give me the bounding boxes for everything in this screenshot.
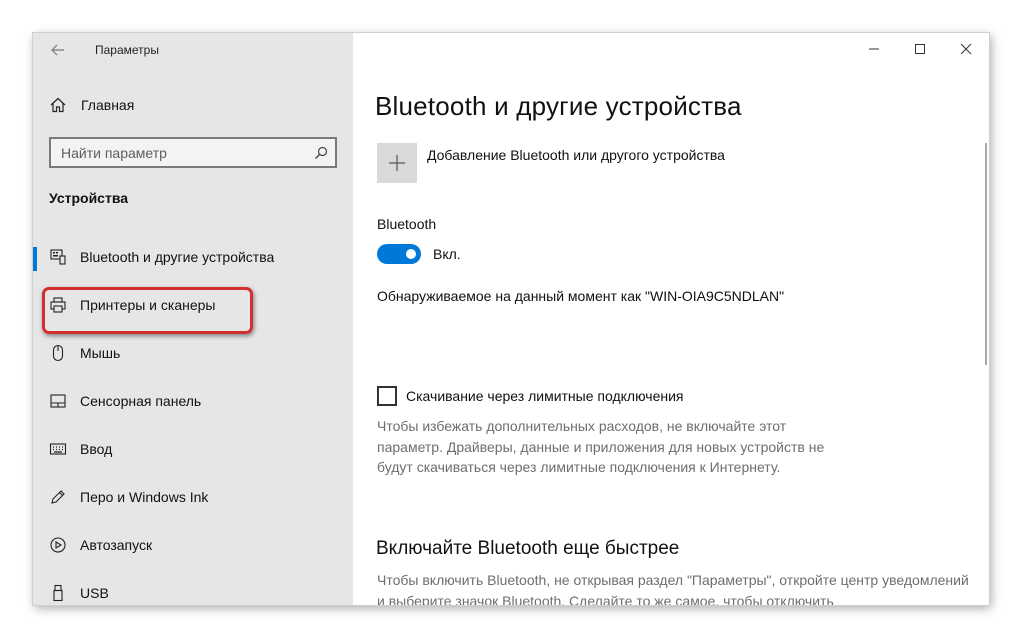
sidebar-item-pen[interactable]: Перо и Windows Ink — [33, 477, 353, 517]
add-device-label: Добавление Bluetooth или другого устройс… — [427, 147, 725, 163]
faster-heading: Включайте Bluetooth еще быстрее — [376, 538, 680, 559]
close-button[interactable] — [943, 33, 989, 65]
home-icon — [50, 97, 66, 113]
highlight-annotation — [42, 287, 253, 334]
search-box[interactable] — [49, 137, 337, 168]
bluetooth-devices-icon — [49, 248, 67, 266]
sidebar-item-autoplay[interactable]: Автозапуск — [33, 525, 353, 565]
bluetooth-label: Bluetooth — [377, 216, 437, 232]
plus-icon — [377, 143, 417, 183]
sidebar-item-label: USB — [80, 585, 109, 601]
main-pane: Bluetooth и другие устройства Добавление… — [353, 33, 989, 605]
sidebar-item-label: Перо и Windows Ink — [80, 489, 209, 505]
metered-checkbox[interactable] — [377, 386, 397, 406]
sidebar: Параметры Главная Устройства — [33, 33, 353, 605]
sidebar-item-label: Сенсорная панель — [80, 393, 202, 409]
back-button[interactable] — [45, 39, 71, 61]
mouse-icon — [49, 344, 67, 362]
sidebar-item-label: Ввод — [80, 441, 113, 457]
sidebar-item-bluetooth[interactable]: Bluetooth и другие устройства — [33, 237, 353, 277]
sidebar-item-usb[interactable]: USB — [33, 573, 353, 605]
settings-window: Параметры Главная Устройства — [33, 33, 989, 605]
search-icon[interactable] — [307, 146, 335, 160]
window-controls — [851, 33, 989, 65]
toggle-state-label: Вкл. — [433, 246, 461, 262]
app-title: Параметры — [95, 43, 159, 57]
faster-description: Чтобы включить Bluetooth, не открывая ра… — [377, 572, 969, 605]
usb-icon — [49, 584, 67, 602]
section-title: Устройства — [49, 190, 129, 206]
page-title: Bluetooth и другие устройства — [375, 91, 742, 121]
add-device-button[interactable]: Добавление Bluetooth или другого устройс… — [377, 143, 725, 183]
autoplay-icon — [49, 536, 67, 554]
pen-icon — [49, 488, 67, 506]
sidebar-item-label: Bluetooth и другие устройства — [80, 249, 275, 265]
touchpad-icon — [49, 392, 67, 410]
search-input[interactable] — [61, 144, 307, 161]
toggle-knob — [406, 249, 416, 259]
sidebar-item-mouse[interactable]: Мышь — [33, 333, 353, 373]
maximize-button[interactable] — [897, 33, 943, 65]
minimize-icon — [869, 48, 879, 50]
sidebar-item-touchpad[interactable]: Сенсорная панель — [33, 381, 353, 421]
close-icon — [960, 43, 972, 55]
sidebar-item-label: Мышь — [80, 345, 121, 361]
minimize-button[interactable] — [851, 33, 897, 65]
sidebar-item-label: Автозапуск — [80, 537, 153, 553]
sidebar-item-input[interactable]: Ввод — [33, 429, 353, 469]
back-arrow-icon — [51, 44, 64, 56]
scrollbar[interactable] — [985, 143, 987, 365]
sidebar-item-home[interactable]: Главная — [49, 94, 134, 116]
metered-label: Скачивание через лимитные подключения — [406, 388, 684, 404]
bluetooth-toggle[interactable] — [377, 244, 421, 264]
metered-description: Чтобы избежать дополнительных расходов, … — [377, 418, 825, 475]
maximize-icon — [915, 44, 925, 54]
home-label: Главная — [81, 97, 135, 113]
discoverable-text: Обнаруживаемое на данный момент как "WIN… — [377, 288, 785, 304]
keyboard-icon — [49, 440, 67, 458]
metered-option[interactable]: Скачивание через лимитные подключения — [377, 386, 683, 406]
